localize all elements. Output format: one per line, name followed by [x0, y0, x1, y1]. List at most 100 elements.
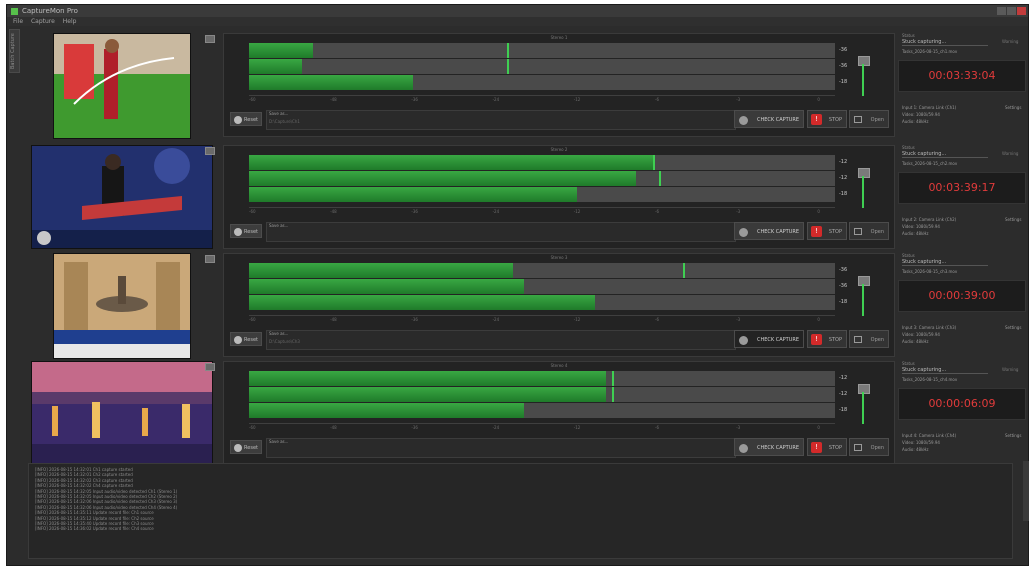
check-capture-button[interactable]: CHECK CAPTURE — [734, 222, 804, 240]
meter-level — [249, 279, 525, 294]
save-path-field[interactable]: Save as... — [266, 222, 736, 242]
pin-icon[interactable] — [205, 255, 215, 263]
meter-db-label: -12 — [839, 159, 848, 165]
check-capture-label: CHECK CAPTURE — [756, 117, 799, 123]
scale-tick-label: -36 — [411, 97, 418, 102]
open-folder-button[interactable]: Open — [849, 330, 889, 348]
scale-tick-label: -60 — [249, 425, 256, 430]
log-scrollbar[interactable] — [1023, 461, 1029, 521]
save-path-field[interactable]: Save as... D:\Capture\Ch3 — [266, 330, 736, 350]
video-format: Video: 1080i/59.94 — [902, 112, 940, 117]
fader-knob[interactable] — [858, 384, 870, 394]
menu-file[interactable]: File — [13, 18, 23, 25]
gear-icon — [234, 444, 242, 452]
meter-level — [249, 295, 595, 310]
scale-tick-label: -36 — [411, 317, 418, 322]
check-capture-icon — [739, 228, 748, 237]
scale-tick-label: -3 — [736, 425, 741, 430]
meter-db-label: -18 — [839, 191, 848, 197]
settings-link[interactable]: Settings — [1005, 217, 1021, 222]
save-path-field[interactable]: Save as... D:\Capture\Ch1 — [266, 110, 736, 130]
meter-peak — [653, 155, 656, 170]
save-path-field[interactable]: Save as... — [266, 438, 736, 458]
save-path-value: D:\Capture\Ch3 — [269, 339, 300, 344]
gear-icon — [234, 228, 242, 236]
scale-tick-label: -12 — [573, 425, 581, 430]
settings-link[interactable]: Settings — [1005, 325, 1021, 330]
check-capture-label: CHECK CAPTURE — [756, 337, 799, 343]
close-button[interactable] — [1017, 7, 1026, 15]
meter-level — [249, 171, 636, 186]
fader-track — [862, 64, 864, 96]
app-window: CaptureMon Pro File Capture Help Batch C… — [6, 4, 1029, 566]
stop-button[interactable]: ! STOP — [807, 222, 847, 240]
menu-help[interactable]: Help — [63, 18, 77, 25]
pin-icon[interactable] — [205, 35, 215, 43]
check-capture-button[interactable]: CHECK CAPTURE — [734, 438, 804, 456]
capture-warning: Warning — [1002, 367, 1019, 372]
fader-knob[interactable] — [858, 56, 870, 66]
meter-db-label: -18 — [839, 79, 848, 85]
scale-tick-label: -12 — [573, 209, 581, 214]
stop-button[interactable]: ! STOP — [807, 438, 847, 456]
save-path-label: Save as... — [269, 439, 289, 444]
check-capture-label: CHECK CAPTURE — [756, 229, 799, 235]
capture-warning: Warning — [1002, 39, 1019, 44]
channel-1: Stereo 1 -36 -36 -18 -60 -48 -36 -24 -12 -6 -3 0 … — [27, 31, 1027, 139]
reset-button[interactable]: Reset — [230, 332, 262, 346]
audio-meter-panel-1: Stereo 1 -36 -36 -18 -60 -48 -36 -24 -12 -6 -3 0 … — [223, 33, 895, 137]
video-preview-3 — [53, 253, 191, 359]
meter-level — [249, 155, 654, 170]
meter-peak — [682, 263, 685, 278]
channel-4: Stereo 4 -12 -12 -18 -60 -48 -36 -24 -12 -6 -3 0 … — [27, 359, 1027, 467]
volume-fader[interactable] — [857, 168, 870, 208]
input-info: Input 3: Camera Link (Ch3) — [902, 325, 957, 330]
fader-track — [862, 176, 864, 208]
reset-button[interactable]: Reset — [230, 440, 262, 454]
log-line: [INFO] 2026-08-15 14:36:02 Update record… — [35, 526, 154, 532]
meter-db-label: -12 — [839, 391, 848, 397]
menu-capture[interactable]: Capture — [31, 18, 55, 25]
fader-knob[interactable] — [858, 168, 870, 178]
audio-format: Audio: 48kHz — [902, 231, 929, 236]
reset-label: Reset — [244, 229, 258, 235]
video-preview-4 — [31, 361, 213, 465]
stop-button[interactable]: ! STOP — [807, 330, 847, 348]
scale-tick-label: -36 — [411, 209, 418, 214]
scale-tick-label: -3 — [736, 317, 741, 322]
pin-icon[interactable] — [205, 147, 215, 155]
maximize-button[interactable] — [1007, 7, 1016, 15]
status-panel-1: Status Stuck capturing... Warning Tasks_… — [898, 33, 1027, 137]
check-capture-icon — [739, 116, 748, 125]
meter-level — [249, 59, 302, 74]
reset-button[interactable]: Reset — [230, 224, 262, 238]
check-capture-button[interactable]: CHECK CAPTURE — [734, 110, 804, 128]
fader-knob[interactable] — [858, 276, 870, 286]
volume-fader[interactable] — [857, 56, 870, 96]
open-folder-button[interactable]: Open — [849, 110, 889, 128]
open-folder-button[interactable]: Open — [849, 222, 889, 240]
settings-link[interactable]: Settings — [1005, 105, 1021, 110]
volume-fader[interactable] — [857, 276, 870, 316]
capture-timer: 00:00:06:09 — [898, 388, 1026, 420]
stop-button[interactable]: ! STOP — [807, 110, 847, 128]
settings-link[interactable]: Settings — [1005, 433, 1021, 438]
folder-icon — [854, 116, 862, 123]
scale-tick-label: -6 — [655, 425, 659, 430]
pin-icon[interactable] — [205, 363, 215, 371]
side-tab[interactable]: Batch Capture — [9, 29, 20, 73]
open-folder-button[interactable]: Open — [849, 438, 889, 456]
minimize-button[interactable] — [997, 7, 1006, 15]
scale-tick-label: -48 — [330, 209, 337, 214]
audio-format: Audio: 48kHz — [902, 339, 929, 344]
scale-tick-label: 0 — [817, 425, 820, 430]
scale-tick-label: -48 — [330, 317, 337, 322]
check-capture-button[interactable]: CHECK CAPTURE — [734, 330, 804, 348]
reset-button[interactable]: Reset — [230, 112, 262, 126]
folder-icon — [854, 444, 862, 451]
status-label: Status — [902, 145, 915, 150]
meter-bar — [249, 187, 835, 202]
stop-icon: ! — [811, 226, 822, 237]
scale-tick-label: 0 — [817, 317, 820, 322]
volume-fader[interactable] — [857, 384, 870, 424]
